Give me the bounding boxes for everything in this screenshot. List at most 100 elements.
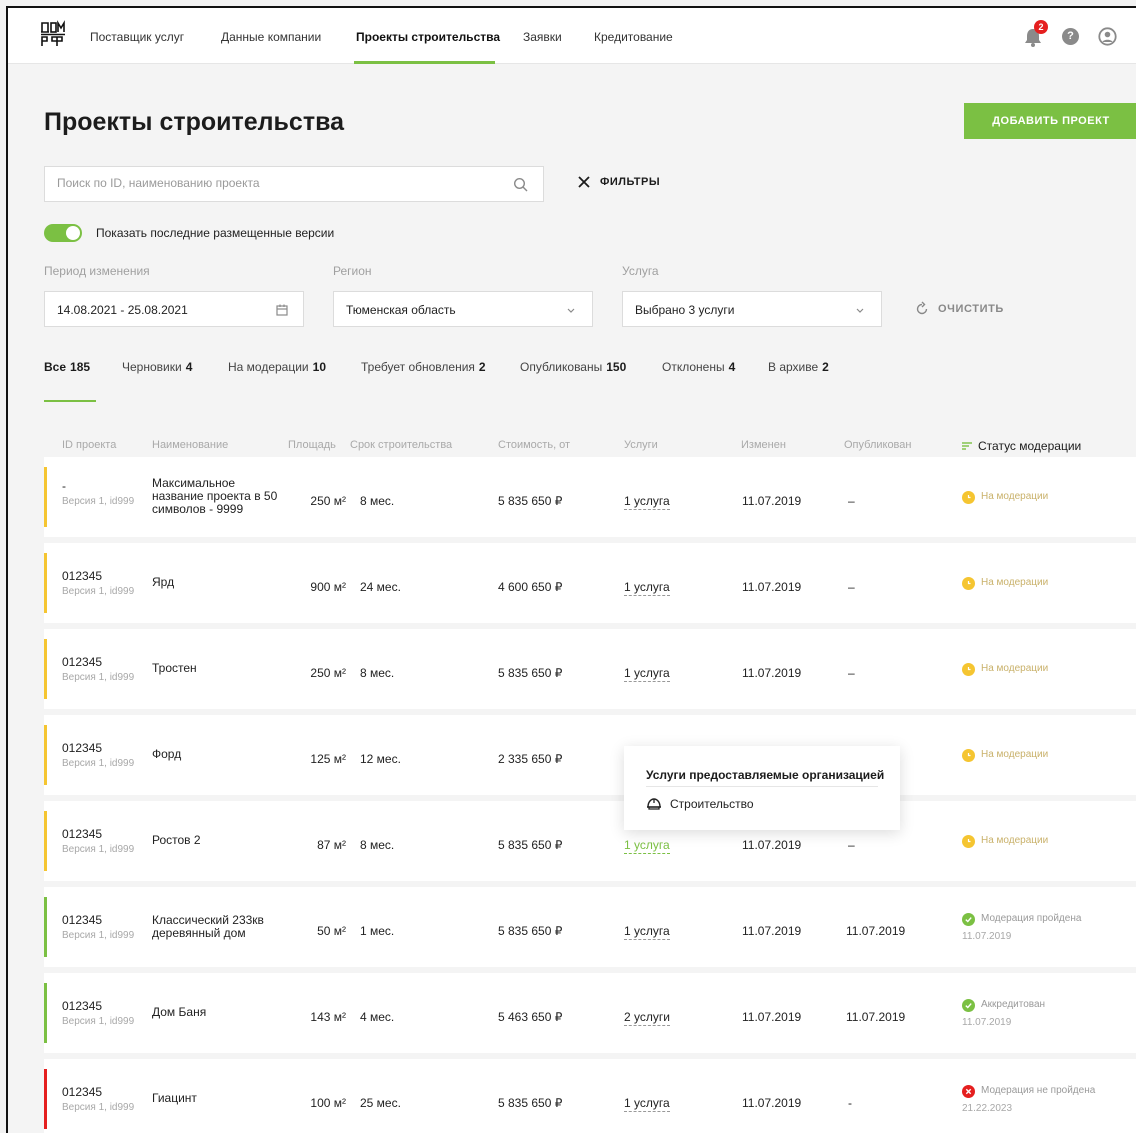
status-icon bbox=[962, 913, 975, 926]
popup-service-item: Строительство bbox=[646, 797, 754, 811]
project-cost: 2 335 650 ₽ bbox=[498, 752, 563, 766]
status-bar bbox=[44, 725, 47, 785]
clear-filters-button[interactable]: ОЧИСТИТЬ bbox=[914, 301, 1004, 317]
project-version: Версия 1, id999 bbox=[62, 1016, 135, 1027]
project-name[interactable]: Тростен bbox=[152, 662, 278, 675]
filters-button[interactable]: ФИЛЬТРЫ bbox=[578, 176, 660, 188]
project-version: Версия 1, id999 bbox=[62, 844, 135, 855]
table-header: ID проекта Наименование Площадь Срок стр… bbox=[8, 439, 1136, 455]
project-id-cell: 012345 Версия 1, id999 bbox=[62, 999, 134, 1027]
table-row[interactable]: 012345 Версия 1, id999 Тростен 250 м² 8 мес.… bbox=[44, 629, 1136, 709]
col-id[interactable]: ID проекта bbox=[62, 439, 116, 451]
clear-label: ОЧИСТИТЬ bbox=[938, 303, 1004, 315]
help-icon[interactable]: ? bbox=[1062, 28, 1079, 45]
status-bar bbox=[44, 897, 47, 957]
tab-published[interactable]: Опубликованы 150 bbox=[520, 360, 626, 374]
nav-item-projects[interactable]: Проекты строительства bbox=[356, 30, 500, 44]
dom-rf-logo[interactable] bbox=[40, 20, 66, 48]
project-cost: 5 835 650 ₽ bbox=[498, 666, 563, 680]
project-version: Версия 1, id999 bbox=[62, 1102, 135, 1113]
period-date-picker[interactable]: 14.08.2021 - 25.08.2021 bbox=[44, 291, 304, 327]
service-select[interactable]: Выбрано 3 услуги bbox=[622, 291, 882, 327]
project-name[interactable]: Ярд bbox=[152, 576, 278, 589]
tab-all[interactable]: Все 185 bbox=[44, 360, 90, 374]
project-published: 11.07.2019 bbox=[846, 1010, 906, 1024]
moderation-status: Модерация пройдена 11.07.2019 bbox=[962, 913, 1081, 943]
chevron-down-icon bbox=[856, 308, 864, 313]
table-row[interactable]: 012345 Версия 1, id999 Форд 125 м² 12 мес. 2 … bbox=[44, 715, 1136, 795]
nav-item-company[interactable]: Данные компании bbox=[221, 30, 321, 44]
project-name[interactable]: Максимальное название проекта в 50 симво… bbox=[152, 477, 278, 516]
tab-archive[interactable]: В архиве 2 bbox=[768, 360, 829, 374]
col-status[interactable]: Статус модерации bbox=[962, 439, 1081, 453]
project-id: 012345 bbox=[62, 827, 103, 841]
nav-item-supplier[interactable]: Поставщик услуг bbox=[90, 30, 184, 44]
tab-rejected[interactable]: Отклонены 4 bbox=[662, 360, 735, 374]
project-area: 250 м² bbox=[310, 666, 346, 680]
project-term: 8 мес. bbox=[360, 494, 395, 508]
period-label: Период изменения bbox=[44, 264, 150, 278]
user-icon[interactable] bbox=[1098, 27, 1117, 46]
col-name[interactable]: Наименование bbox=[152, 439, 228, 451]
search-icon[interactable] bbox=[513, 177, 529, 193]
project-services-link[interactable]: 1 услуга bbox=[624, 494, 670, 510]
project-cost: 5 835 650 ₽ bbox=[498, 1096, 563, 1110]
table-row[interactable]: 012345 Версия 1, id999 Дом Баня 143 м² 4 мес… bbox=[44, 973, 1136, 1053]
project-services-link[interactable]: 1 услуга bbox=[624, 1096, 670, 1112]
tab-drafts[interactable]: Черновики 4 bbox=[122, 360, 192, 374]
status-text: На модерации bbox=[981, 749, 1049, 760]
region-select[interactable]: Тюменская область bbox=[333, 291, 593, 327]
col-published[interactable]: Опубликован bbox=[844, 439, 911, 451]
col-services[interactable]: Услуги bbox=[624, 439, 658, 451]
table-row[interactable]: - Версия 1, id999 Максимальное название пр… bbox=[44, 457, 1136, 537]
search-input[interactable] bbox=[57, 176, 497, 190]
col-cost[interactable]: Стоимость, от bbox=[498, 439, 570, 451]
status-date: 21.22.2023 bbox=[962, 1103, 1013, 1114]
project-services-link[interactable]: 1 услуга bbox=[624, 838, 670, 854]
project-version: Версия 1, id999 bbox=[62, 930, 135, 941]
project-id: 012345 bbox=[62, 655, 103, 669]
project-area: 125 м² bbox=[310, 752, 346, 766]
project-published: - bbox=[848, 1096, 852, 1110]
project-services-link[interactable]: 1 услуга bbox=[624, 924, 670, 940]
status-icon bbox=[962, 491, 975, 504]
tab-moderation[interactable]: На модерации 10 bbox=[228, 360, 326, 374]
table-row[interactable]: 012345 Версия 1, id999 Классический 233кв … bbox=[44, 887, 1136, 967]
region-value: Тюменская область bbox=[346, 303, 456, 317]
nav-item-credit[interactable]: Кредитование bbox=[594, 30, 673, 44]
add-project-button[interactable]: ДОБАВИТЬ ПРОЕКТ bbox=[964, 103, 1136, 139]
project-services-link[interactable]: 1 услуга bbox=[624, 666, 670, 682]
project-services-link[interactable]: 1 услуга bbox=[624, 580, 670, 596]
project-id-cell: - Версия 1, id999 bbox=[62, 479, 134, 507]
tab-needs-update[interactable]: Требует обновления 2 bbox=[361, 360, 486, 374]
popup-title: Услуги предоставляемые организацией bbox=[646, 768, 885, 782]
project-id-cell: 012345 Версия 1, id999 bbox=[62, 913, 134, 941]
project-area: 143 м² bbox=[310, 1010, 346, 1024]
project-name[interactable]: Гиацинт bbox=[152, 1092, 278, 1105]
col-term[interactable]: Срок строительства bbox=[350, 439, 452, 451]
status-icon bbox=[962, 835, 975, 848]
project-term: 25 мес. bbox=[360, 1096, 401, 1110]
col-area[interactable]: Площадь bbox=[288, 439, 336, 451]
status-bar bbox=[44, 639, 47, 699]
notification-badge: 2 bbox=[1034, 20, 1048, 34]
app-frame: Поставщик услуг Данные компании Проекты … bbox=[6, 6, 1136, 1133]
status-text: На модерации bbox=[981, 577, 1049, 588]
table-row[interactable]: 012345 Версия 1, id999 Ярд 900 м² 24 мес. 4 6… bbox=[44, 543, 1136, 623]
latest-versions-toggle[interactable] bbox=[44, 224, 82, 242]
project-name[interactable]: Форд bbox=[152, 748, 278, 761]
table-row[interactable]: 012345 Версия 1, id999 Ростов 2 87 м² 8 мес.… bbox=[44, 801, 1136, 881]
project-name[interactable]: Ростов 2 bbox=[152, 834, 278, 847]
col-changed[interactable]: Изменен bbox=[741, 439, 786, 451]
project-services-link[interactable]: 2 услуги bbox=[624, 1010, 670, 1026]
project-cost: 5 835 650 ₽ bbox=[498, 924, 563, 938]
table-row[interactable]: 012345 Версия 1, id999 Гиацинт 100 м² 25 мес… bbox=[44, 1059, 1136, 1133]
status-bar bbox=[44, 811, 47, 871]
project-name[interactable]: Классический 233кв деревянный дом bbox=[152, 914, 278, 940]
project-published: 11.07.2019 bbox=[846, 924, 906, 938]
project-id: - bbox=[62, 479, 66, 493]
nav-item-requests[interactable]: Заявки bbox=[523, 30, 562, 44]
project-id: 012345 bbox=[62, 741, 103, 755]
status-text: Модерация пройдена bbox=[981, 913, 1082, 924]
project-name[interactable]: Дом Баня bbox=[152, 1006, 278, 1019]
